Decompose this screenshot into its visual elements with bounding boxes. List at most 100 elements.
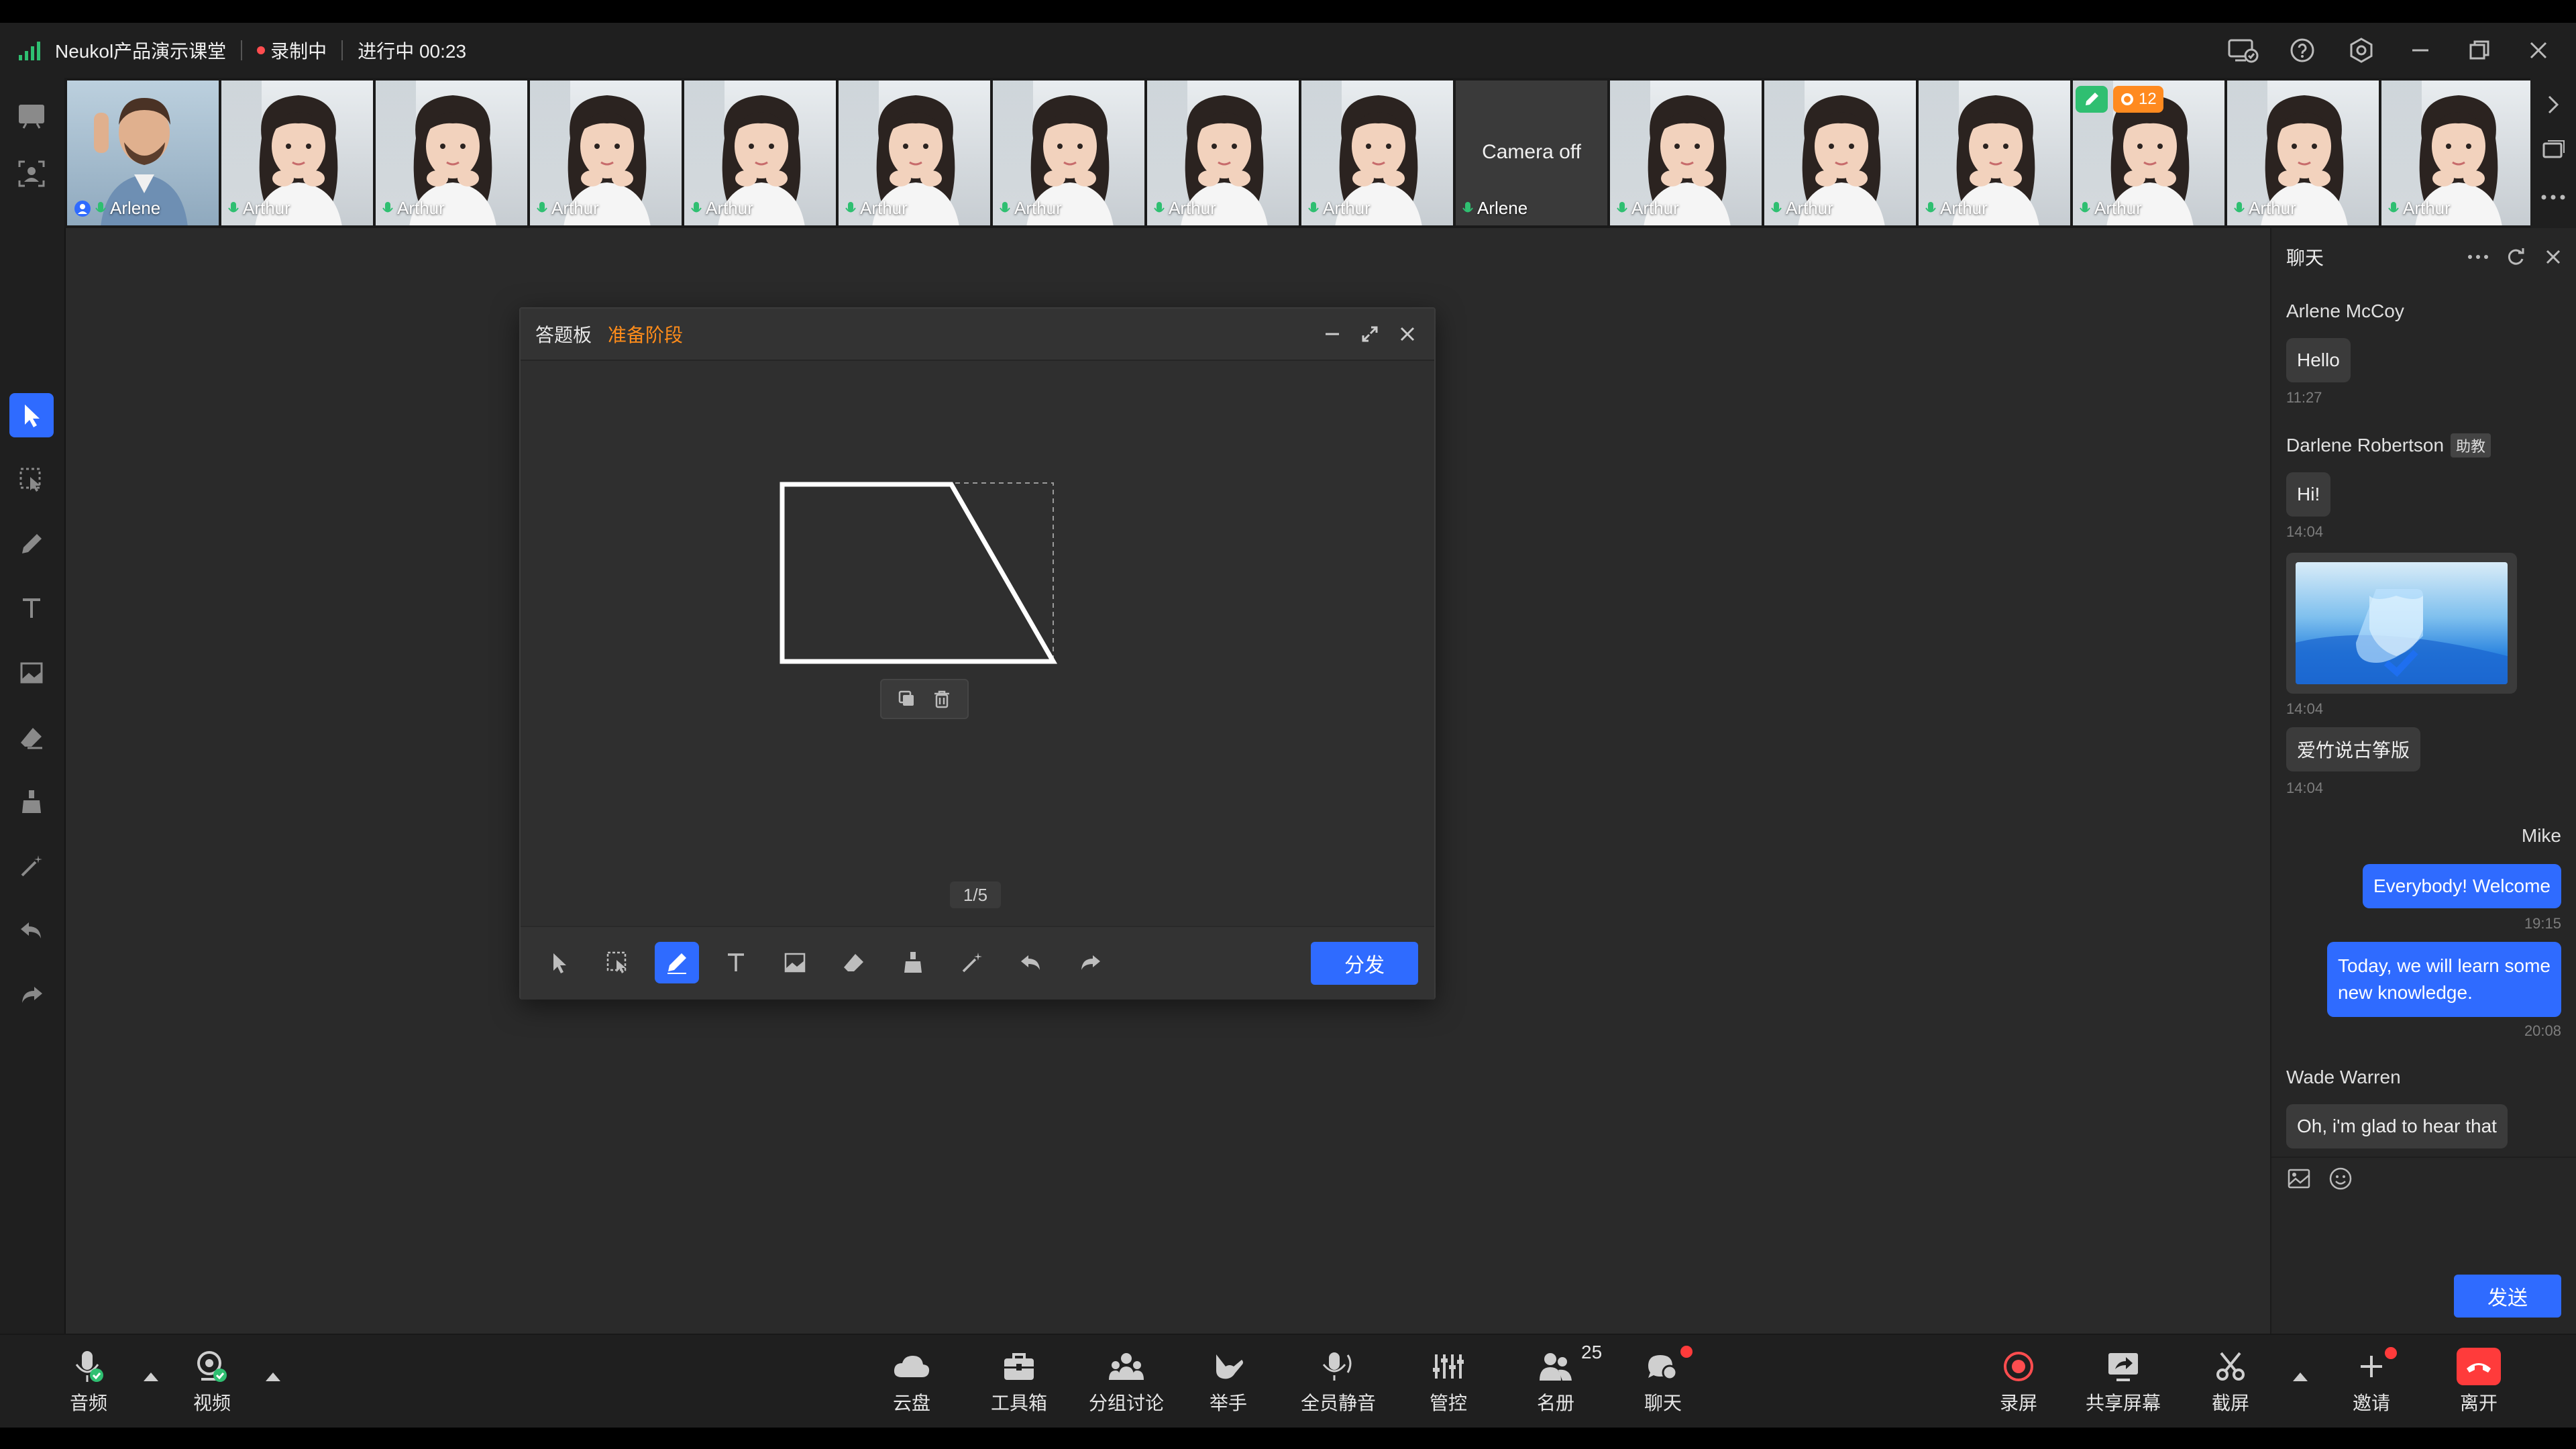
layout-switch-icon[interactable] — [2541, 138, 2565, 162]
magic-wand-icon[interactable] — [9, 844, 54, 888]
pen-tool-icon[interactable] — [9, 522, 54, 566]
audio-options-caret[interactable] — [144, 1373, 158, 1381]
plus-icon — [2357, 1346, 2398, 1386]
video-tile-student[interactable]: Arthur — [684, 80, 836, 225]
emoji-icon[interactable] — [2328, 1166, 2353, 1191]
message-time: 14:04 — [2286, 700, 2324, 717]
video-button[interactable]: 视频 — [185, 1335, 239, 1428]
image-message[interactable] — [2286, 553, 2517, 694]
delete-icon[interactable] — [932, 689, 952, 709]
video-tile-student[interactable]: Arthur — [993, 80, 1144, 225]
minimize-icon[interactable] — [1313, 309, 1351, 360]
screenshot-options-caret[interactable] — [2293, 1373, 2308, 1381]
title-bar: Neukol产品演示课堂 录制中 进行中 00:23 — [0, 23, 2576, 78]
magic-wand-icon[interactable] — [950, 942, 994, 983]
invite-dot — [2383, 1346, 2398, 1360]
video-tile-student[interactable]: Arthur — [1301, 80, 1453, 225]
close-icon[interactable] — [1389, 309, 1426, 360]
tile-name: Arthur — [2234, 198, 2296, 219]
pen-tool-icon[interactable] — [655, 942, 699, 983]
message-time: 19:15 — [2524, 915, 2561, 932]
refresh-icon[interactable] — [2497, 228, 2534, 286]
image-tool-icon[interactable] — [9, 651, 54, 695]
breakout-button[interactable]: 分组讨论 — [1083, 1335, 1170, 1428]
answer-board-stage: 准备阶段 — [608, 325, 684, 345]
marquee-select-icon[interactable] — [596, 942, 640, 983]
toolbox-button[interactable]: 工具箱 — [989, 1335, 1049, 1428]
title-divider — [341, 40, 343, 60]
expand-icon[interactable] — [1351, 309, 1389, 360]
hand-icon — [1211, 1347, 1246, 1386]
more-options-icon[interactable] — [2459, 228, 2497, 286]
message-sender: Wade Warren — [2286, 1067, 2401, 1087]
settings-icon[interactable] — [2332, 23, 2391, 78]
send-button[interactable]: 发送 — [2454, 1275, 2561, 1318]
video-tile-student[interactable]: Arthur — [839, 80, 990, 225]
screen-capture-icon[interactable] — [9, 152, 54, 196]
video-tile-student[interactable]: Arthur — [221, 80, 373, 225]
image-tool-icon[interactable] — [773, 942, 817, 983]
minimize-icon[interactable] — [2391, 23, 2450, 78]
tile-name: Arlene — [1462, 198, 1527, 219]
redo-icon[interactable] — [1068, 942, 1112, 983]
distribute-button[interactable]: 分发 — [1311, 942, 1418, 985]
video-tile-student[interactable]: Arthur — [2227, 80, 2379, 225]
close-icon[interactable] — [2534, 228, 2572, 286]
tile-name: Arthur — [691, 198, 753, 219]
control-button[interactable]: 管控 — [1418, 1335, 1479, 1428]
mic-on-icon — [1308, 201, 1319, 212]
message-time: 14:04 — [2286, 523, 2324, 540]
courseware-icon[interactable] — [9, 94, 54, 138]
select-tool-icon[interactable] — [537, 942, 581, 983]
mic-on-icon — [2388, 201, 2399, 212]
mute-all-button[interactable]: 全员静音 — [1295, 1335, 1382, 1428]
share-screen-button[interactable]: 共享屏幕 — [2080, 1335, 2167, 1428]
clear-broom-icon[interactable] — [9, 780, 54, 824]
cloud-drive-button[interactable]: 云盘 — [881, 1335, 942, 1428]
close-icon[interactable] — [2509, 23, 2568, 78]
image-upload-icon[interactable] — [2286, 1166, 2312, 1191]
invite-button[interactable]: 邀请 — [2341, 1335, 2402, 1428]
record-button[interactable]: 录屏 — [1988, 1335, 2049, 1428]
leave-button[interactable]: 离开 — [2449, 1335, 2509, 1428]
clear-broom-icon[interactable] — [891, 942, 935, 983]
answer-board-title: 答题板 — [535, 325, 592, 345]
video-tile-student[interactable]: 12 Arthur — [2073, 80, 2224, 225]
video-tile-student[interactable]: Arthur — [1610, 80, 1762, 225]
video-tile-student[interactable]: Arthur — [2381, 80, 2533, 225]
class-timer: 进行中 00:23 — [358, 41, 467, 62]
audio-button[interactable]: 音频 — [62, 1335, 115, 1428]
help-icon[interactable] — [2273, 23, 2332, 78]
video-options-caret[interactable] — [266, 1373, 280, 1381]
video-tile-student[interactable]: Arthur — [1919, 80, 2070, 225]
drawn-trapezoid-shape[interactable] — [775, 478, 1060, 672]
eraser-tool-icon[interactable] — [9, 715, 54, 759]
copy-icon[interactable] — [897, 689, 917, 709]
text-tool-icon[interactable] — [714, 942, 758, 983]
raise-hand-button[interactable]: 举手 — [1198, 1335, 1258, 1428]
undo-icon[interactable] — [1009, 942, 1053, 983]
video-tile-student[interactable]: Camera off Arlene — [1456, 80, 1607, 225]
text-tool-icon[interactable] — [9, 586, 54, 631]
video-tile-student[interactable]: Arthur — [376, 80, 527, 225]
select-tool-icon[interactable] — [9, 393, 54, 437]
video-tile-teacher[interactable]: Arlene — [67, 80, 219, 225]
roster-button[interactable]: 25 名册 — [1525, 1335, 1602, 1428]
restore-icon[interactable] — [2450, 23, 2509, 78]
chat-button[interactable]: 聊天 — [1633, 1335, 1694, 1428]
video-tile-student[interactable]: Arthur — [530, 80, 682, 225]
redo-icon[interactable] — [9, 973, 54, 1017]
chevron-right-icon[interactable] — [2542, 91, 2564, 118]
device-check-icon[interactable] — [2214, 23, 2273, 78]
drawing-canvas[interactable] — [521, 361, 1434, 898]
marquee-select-icon[interactable] — [9, 458, 54, 502]
video-tile-student[interactable]: Arthur — [1147, 80, 1299, 225]
tile-name: Arthur — [1617, 198, 1679, 219]
shared-image-thumbnail — [2296, 562, 2508, 684]
undo-icon[interactable] — [9, 908, 54, 953]
screenshot-button[interactable]: 截屏 — [2200, 1335, 2261, 1428]
more-options-icon[interactable] — [2540, 191, 2567, 204]
message-time: 20:08 — [2524, 1022, 2561, 1039]
video-tile-student[interactable]: Arthur — [1764, 80, 1916, 225]
eraser-tool-icon[interactable] — [832, 942, 876, 983]
